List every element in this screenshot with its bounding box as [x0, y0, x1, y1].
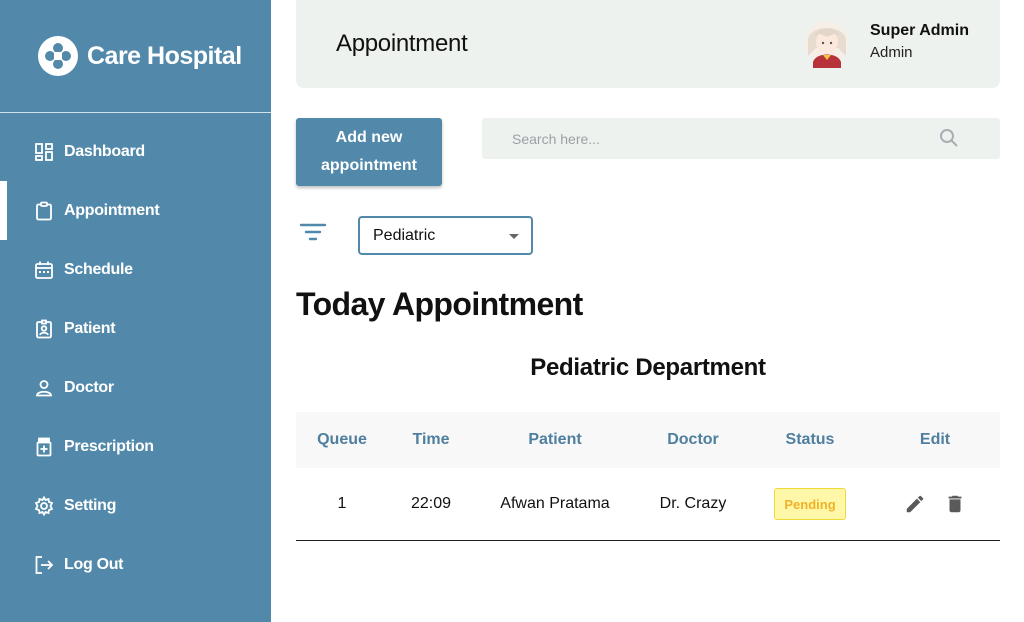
sidebar-item-schedule[interactable]: Schedule: [0, 240, 271, 299]
search-bar: [482, 118, 1000, 159]
top-header: Appointment Super Admin Admin: [296, 0, 1000, 88]
medicine-icon: [34, 437, 54, 457]
dashboard-icon: [34, 142, 54, 162]
chevron-down-icon: [509, 234, 519, 239]
patient-cell: Afwan Pratama: [500, 495, 610, 512]
patient-badge-icon: [34, 319, 54, 339]
delete-button[interactable]: [943, 492, 967, 516]
appointment-table: Queue Time Patient Doctor Status Edit 1 …: [296, 412, 1000, 541]
logout-icon: [34, 555, 54, 575]
sidebar-item-doctor[interactable]: Doctor: [0, 358, 271, 417]
sidebar: Care Hospital Dashboard Appointment Sche…: [0, 0, 271, 622]
clipboard-icon: [34, 201, 54, 221]
column-header: Queue: [317, 431, 367, 448]
time-cell: 22:09: [410, 495, 452, 512]
doctor-cell: Dr. Crazy: [659, 495, 727, 512]
column-header: Edit: [919, 431, 951, 448]
person-icon: [34, 378, 54, 398]
column-header: Status: [785, 431, 835, 448]
avatar[interactable]: [804, 18, 850, 68]
brand[interactable]: Care Hospital: [38, 36, 242, 76]
column-header: Doctor: [667, 431, 719, 448]
filter-icon[interactable]: [299, 220, 327, 244]
sidebar-item-label: Log Out: [64, 555, 124, 573]
add-appointment-button[interactable]: Add new appointment: [296, 118, 442, 186]
sidebar-item-logout[interactable]: Log Out: [0, 535, 271, 594]
status-badge: Pending: [774, 488, 846, 520]
sidebar-item-prescription[interactable]: Prescription: [0, 417, 271, 476]
trash-icon: [948, 495, 962, 513]
department-title: Pediatric Department: [530, 354, 766, 381]
gear-icon: [34, 495, 54, 516]
care-logo-icon: [38, 36, 78, 76]
sidebar-item-label: Setting: [64, 496, 117, 514]
pencil-icon: [906, 495, 924, 513]
sidebar-nav: Dashboard Appointment Schedule Patient D…: [0, 122, 271, 594]
sidebar-item-patient[interactable]: Patient: [0, 299, 271, 358]
queue-cell: 1: [337, 495, 347, 512]
user-name: Super Admin: [870, 22, 969, 39]
sidebar-item-dashboard[interactable]: Dashboard: [0, 122, 271, 181]
sidebar-item-label: Schedule: [64, 260, 133, 278]
search-icon[interactable]: [938, 127, 960, 149]
page-title: Appointment: [336, 30, 468, 57]
status-cell: Pending: [750, 488, 870, 520]
sidebar-item-label: Prescription: [64, 437, 154, 455]
sidebar-item-label: Doctor: [64, 378, 114, 396]
sidebar-item-label: Appointment: [64, 201, 160, 219]
brand-name: Care Hospital: [87, 41, 242, 70]
sidebar-item-appointment[interactable]: Appointment: [0, 181, 271, 240]
sidebar-item-label: Patient: [64, 319, 116, 337]
column-header: Patient: [528, 431, 582, 448]
calendar-icon: [34, 260, 54, 280]
table-header: Queue Time Patient Doctor Status Edit: [296, 412, 1000, 468]
sidebar-divider: [0, 112, 271, 113]
sidebar-item-label: Dashboard: [64, 142, 145, 160]
sidebar-item-setting[interactable]: Setting: [0, 476, 271, 535]
department-select[interactable]: Pediatric: [358, 216, 533, 255]
search-input[interactable]: [482, 118, 922, 159]
column-header: Time: [412, 431, 450, 448]
edit-cell: [870, 492, 1000, 516]
table-row[interactable]: 1 22:09 Afwan Pratama Dr. Crazy Pending: [296, 468, 1000, 541]
department-select-value: Pediatric: [373, 226, 436, 244]
section-title: Today Appointment: [296, 286, 583, 322]
edit-button[interactable]: [903, 492, 927, 516]
user-role: Admin: [870, 44, 913, 61]
